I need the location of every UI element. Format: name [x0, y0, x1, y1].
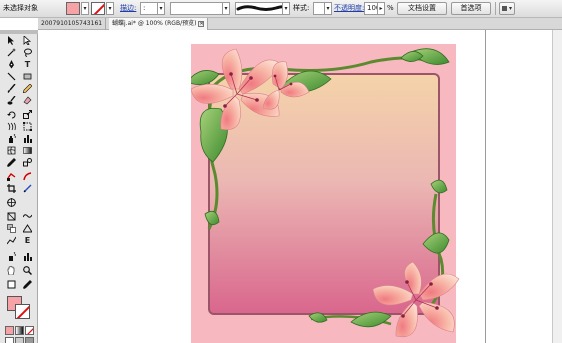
selection-tool-icon[interactable] — [4, 35, 19, 46]
stroke-weight-dropdown[interactable]: ▾ — [157, 2, 165, 15]
eraser-2-tool-icon[interactable] — [4, 211, 19, 222]
frame-inner-gradient — [208, 73, 440, 315]
tools-panel-grip[interactable] — [0, 30, 38, 34]
perspective-tool-icon[interactable] — [20, 223, 35, 234]
eyedropper-tool-icon[interactable] — [4, 157, 19, 168]
pen-tool-icon[interactable] — [4, 59, 19, 70]
slice-tool-icon[interactable] — [20, 183, 35, 194]
style-dropdown[interactable]: ▾ — [324, 2, 332, 15]
live-paint-tool-icon[interactable] — [4, 171, 19, 182]
fill-dropdown-arrow[interactable]: ▾ — [81, 2, 89, 15]
document-setup-button[interactable]: 文档设置 — [397, 2, 447, 15]
live-paint-selection-tool-icon[interactable] — [20, 171, 35, 182]
rectangle-tool-icon[interactable] — [20, 71, 35, 82]
scale-tool-icon[interactable] — [20, 109, 35, 120]
symbol-sprayer-tool-icon[interactable] — [4, 133, 19, 144]
lasso-tool-icon[interactable] — [20, 47, 35, 58]
stroke-color-swatch[interactable] — [91, 2, 105, 15]
column-graph-tool-icon[interactable] — [20, 133, 35, 144]
stroke-dropdown-arrow[interactable]: ▾ — [106, 2, 114, 15]
free-transform-tool-icon[interactable] — [20, 121, 35, 132]
variable-width-dropdown[interactable]: ▾ — [222, 2, 230, 15]
control-bar: 未选择对象 ▾ ▾ 描边: : ▾ ▾ ▾ 样式: ▾ 不透明度: 100 ▸ … — [0, 0, 562, 18]
stroke-color-box[interactable] — [15, 304, 30, 319]
draw-behind-button[interactable] — [15, 337, 24, 343]
stroke-weight-value: : — [143, 4, 146, 12]
page-boundary-line — [485, 30, 486, 343]
none-mode-button[interactable] — [25, 326, 34, 335]
crop-2-tool-icon[interactable] — [4, 279, 19, 290]
pencil-tool-icon[interactable] — [20, 83, 35, 94]
blob-brush-tool-icon[interactable] — [4, 95, 19, 106]
style-label: 样式: — [293, 4, 310, 12]
draw-inside-button[interactable] — [25, 337, 34, 343]
blend-tool-icon[interactable] — [20, 157, 35, 168]
brush-stroke-preview — [236, 5, 286, 11]
flower-frame-artwork[interactable] — [186, 44, 463, 343]
arrange-icon — [502, 6, 512, 11]
stroke-label[interactable]: 描边: — [120, 2, 136, 15]
column-graph-2-tool-icon[interactable] — [20, 251, 35, 262]
document-tab-title: 蝴蝶j.ai* @ 100% (RGB/预览) — [112, 20, 197, 27]
brush-definition-field[interactable] — [235, 2, 287, 15]
gradient-mode-button[interactable] — [15, 326, 24, 335]
paintbrush-tool-icon[interactable] — [4, 83, 19, 94]
fill-stroke-widget[interactable] — [7, 296, 31, 320]
document-tab-previous[interactable]: 2007910105743161 — [38, 18, 107, 30]
opacity-label[interactable]: 不透明度: — [334, 2, 364, 15]
vertical-scrollbar[interactable] — [552, 30, 562, 343]
zoom-tool-icon[interactable] — [20, 265, 35, 276]
brush-dropdown[interactable]: ▾ — [282, 2, 290, 15]
flower-frame-illustration — [186, 44, 460, 343]
arrange-documents-button[interactable] — [499, 2, 515, 15]
draw-normal-button[interactable] — [5, 337, 14, 343]
direct-selection-tool-icon[interactable] — [20, 35, 35, 46]
fill-color-swatch[interactable] — [66, 2, 80, 15]
artboard-tool-icon[interactable] — [4, 197, 19, 208]
crop-tool-icon[interactable] — [4, 183, 19, 194]
rotate-tool-icon[interactable] — [4, 109, 19, 120]
width-tool-icon[interactable] — [20, 211, 35, 222]
control-separator — [495, 2, 496, 15]
warp-tool-icon[interactable] — [4, 121, 19, 132]
close-tab-icon[interactable]: ✕ — [198, 20, 205, 27]
color-mode-button[interactable] — [5, 326, 14, 335]
symbol-sprayer-2-tool-icon[interactable] — [4, 251, 19, 262]
gradient-tool-icon[interactable] — [20, 145, 35, 156]
shape-builder-tool-icon[interactable] — [4, 223, 19, 234]
variable-width-field[interactable] — [170, 2, 228, 15]
type-tool-icon[interactable]: T — [20, 59, 35, 70]
document-tab-bar: 2007910105743161 蝴蝶j.ai* @ 100% (RGB/预览)… — [38, 18, 562, 30]
eraser-tool-icon[interactable] — [20, 95, 35, 106]
line-tool-icon[interactable] — [4, 71, 19, 82]
eyedropper-2-tool-icon[interactable] — [20, 279, 35, 290]
tools-panel: T E — [0, 30, 38, 343]
magic-wand-tool-icon[interactable] — [4, 47, 19, 58]
selection-status-label: 未选择对象 — [3, 4, 38, 12]
vertical-type-icon[interactable]: E — [20, 235, 35, 246]
graph-tool-icon[interactable] — [4, 235, 19, 246]
opacity-dropdown[interactable]: ▸ — [377, 2, 385, 15]
document-tab-active[interactable]: 蝴蝶j.ai* @ 100% (RGB/预览) ✕ — [109, 18, 209, 30]
preferences-button[interactable]: 首选项 — [451, 2, 491, 15]
hand-tool-icon[interactable] — [4, 265, 19, 276]
mesh-tool-icon[interactable] — [4, 145, 19, 156]
opacity-unit: % — [387, 4, 394, 12]
